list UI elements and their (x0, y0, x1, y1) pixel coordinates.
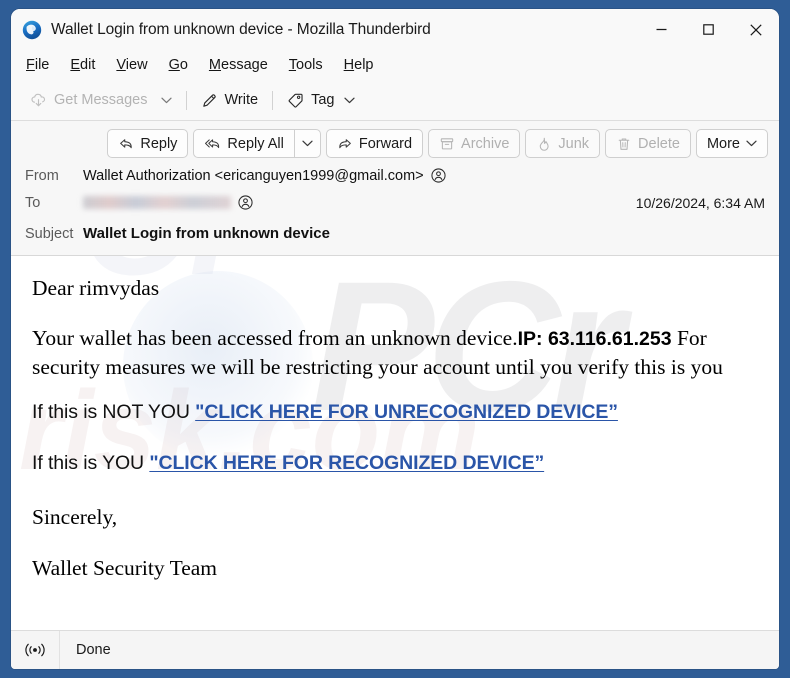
thunderbird-window: Wallet Login from unknown device - Mozil… (11, 9, 779, 669)
message-header-pane: PCr Reply Reply All Forward Archive Junk… (11, 121, 779, 461)
reply-all-button[interactable]: Reply All (193, 129, 294, 158)
maximize-icon (703, 24, 714, 35)
thunderbird-icon (22, 20, 42, 40)
reply-arrow-icon (120, 138, 133, 148)
from-value[interactable]: Wallet Authorization <ericanguyen1999@gm… (83, 168, 446, 184)
archive-button[interactable]: Archive (428, 129, 521, 158)
reply-label: Reply (140, 135, 178, 152)
from-label: From (25, 167, 59, 184)
maximize-button[interactable] (685, 9, 732, 50)
write-label: Write (224, 92, 259, 108)
minimize-icon (656, 28, 667, 31)
delete-button[interactable]: Delete (605, 129, 691, 158)
desktop-background: Wallet Login from unknown device - Mozil… (0, 0, 790, 678)
menu-file[interactable]: File (25, 55, 50, 75)
menu-help[interactable]: Help (343, 55, 375, 75)
menu-message[interactable]: Message (208, 55, 269, 75)
body-ip-address: IP: 63.116.61.253 (517, 328, 672, 351)
junk-button[interactable]: Junk (525, 129, 601, 158)
recognized-device-link[interactable]: "CLICK HERE FOR RECOGNIZED DEVICE” (149, 452, 544, 474)
is-you-line: If this is YOU "CLICK HERE FOR RECOGNIZE… (32, 452, 765, 475)
reply-all-label: Reply All (227, 135, 284, 152)
is-you-prefix: If this is YOU (32, 452, 150, 475)
window-title: Wallet Login from unknown device - Mozil… (51, 20, 431, 38)
flame-icon (540, 137, 550, 151)
close-button[interactable] (732, 9, 779, 50)
junk-label: Junk (558, 135, 590, 152)
reply-button[interactable]: Reply (107, 129, 189, 158)
status-bar: Done (11, 630, 779, 669)
get-messages-label: Get Messages (54, 92, 148, 108)
subject-value: Wallet Login from unknown device (83, 225, 330, 242)
subject-row: Subject Wallet Login from unknown device (11, 220, 779, 247)
from-row: From Wallet Authorization <ericanguyen19… (11, 162, 779, 189)
to-row: To 10/26/2024, 6:34 AM (11, 189, 779, 216)
to-label: To (25, 194, 41, 211)
not-you-line: If this is NOT YOU "CLICK HERE FOR UNREC… (32, 401, 765, 424)
broadcast-icon[interactable] (11, 631, 60, 669)
menu-go[interactable]: Go (168, 55, 189, 75)
toolbar-separator-2 (272, 90, 274, 110)
not-you-prefix: If this is NOT YOU (32, 401, 196, 424)
toolbar-separator-1 (185, 90, 187, 110)
window-controls (638, 9, 779, 50)
message-action-bar: Reply Reply All Forward Archive Junk Del… (11, 121, 779, 162)
body-paragraph: Your wallet has been accessed from an un… (32, 324, 765, 381)
reply-all-group: Reply All (193, 129, 321, 158)
cloud-download-icon (31, 93, 45, 106)
body-signature: Wallet Security Team (32, 555, 218, 580)
delete-label: Delete (638, 135, 680, 152)
reply-all-arrow-icon (205, 138, 220, 148)
title-bar: Wallet Login from unknown device - Mozil… (11, 9, 779, 50)
more-button[interactable]: More (695, 129, 768, 158)
body-paragraph-part1: Your wallet has been accessed from an un… (32, 326, 518, 351)
to-value[interactable] (83, 195, 253, 210)
from-address-text: Wallet Authorization <ericanguyen1999@gm… (83, 167, 424, 184)
contact-circle-icon[interactable] (431, 168, 446, 183)
more-label: More (706, 135, 740, 152)
watermark-text-bottom: risk.com (19, 368, 480, 493)
menu-tools[interactable]: Tools (288, 55, 324, 75)
main-toolbar: Get Messages Write Tag (11, 80, 779, 121)
chevron-down-icon (302, 140, 313, 147)
menu-edit[interactable]: Edit (69, 55, 96, 75)
subject-label: Subject (25, 225, 74, 242)
get-messages-button[interactable]: Get Messages (23, 86, 155, 114)
menu-bar: File Edit View Go Message Tools Help (11, 50, 779, 80)
unrecognized-device-link[interactable]: "CLICK HERE FOR UNRECOGNIZED DEVICE” (195, 401, 618, 423)
tag-label: Tag (311, 92, 335, 108)
body-greeting: Dear rimvydas (32, 276, 160, 300)
message-body: PCr risk.com Dear rimvydas Your wallet h… (11, 256, 779, 630)
get-messages-dropdown[interactable] (155, 86, 179, 114)
minimize-button[interactable] (638, 9, 685, 50)
tag-button[interactable]: Tag (280, 86, 362, 114)
status-text: Done (76, 642, 111, 658)
chevron-down-icon (161, 97, 172, 103)
write-button[interactable]: Write (194, 86, 266, 114)
message-date: 10/26/2024, 6:34 AM (635, 194, 765, 211)
forward-button[interactable]: Forward (325, 129, 424, 158)
chevron-down-icon (344, 97, 356, 103)
forward-label: Forward (358, 135, 413, 152)
body-signoff: Sincerely, (32, 505, 118, 530)
reply-all-dropdown[interactable] (293, 129, 321, 158)
to-address-redacted (83, 196, 231, 209)
pencil-icon (202, 93, 216, 107)
forward-arrow-icon (339, 138, 351, 148)
archive-label: Archive (461, 135, 510, 152)
trash-icon (618, 137, 630, 150)
contact-circle-icon[interactable] (238, 195, 253, 210)
close-icon (749, 23, 762, 36)
archive-box-icon (440, 137, 454, 149)
chevron-down-icon (746, 140, 757, 147)
menu-view[interactable]: View (115, 55, 148, 75)
tag-icon (288, 93, 303, 108)
